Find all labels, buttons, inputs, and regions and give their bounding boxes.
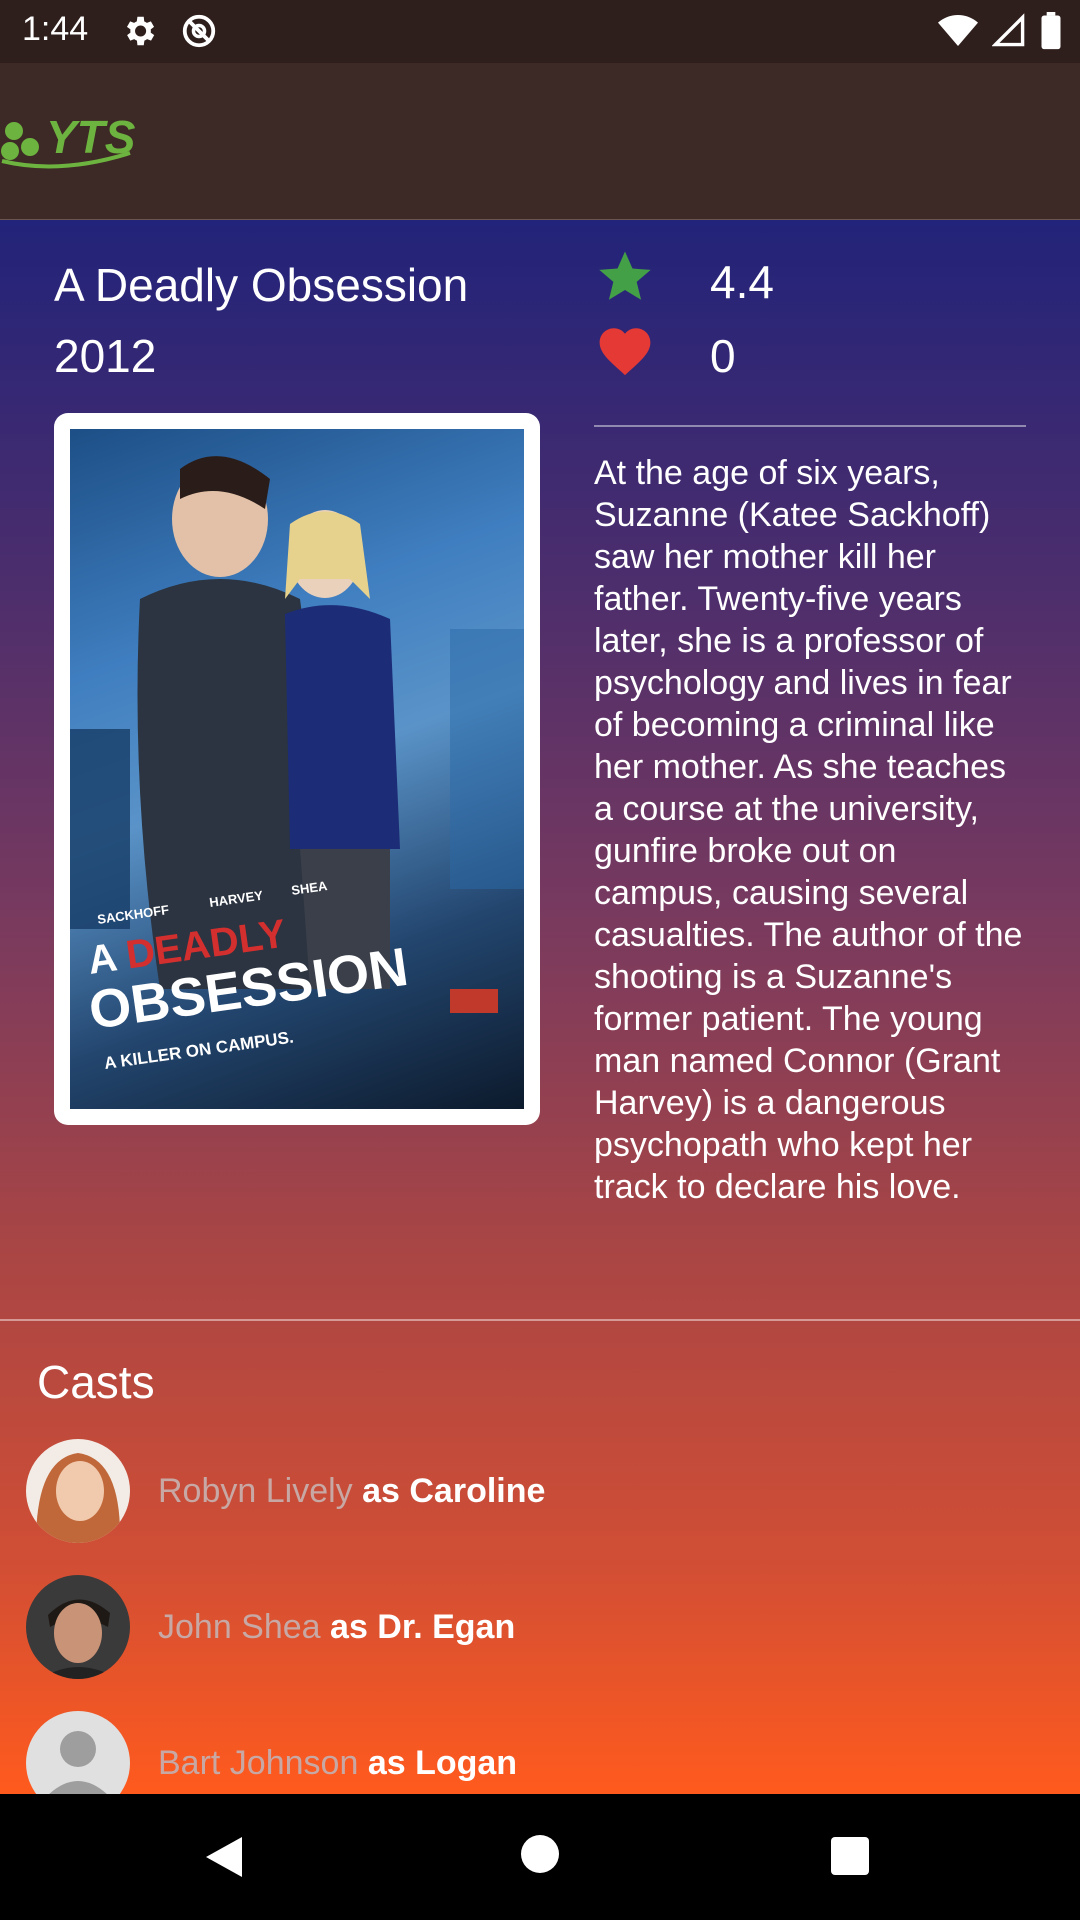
actor-name: Robyn Lively	[158, 1471, 353, 1510]
title-block: A Deadly Obsession 2012	[54, 250, 468, 392]
character-name: as Dr. Egan	[330, 1607, 516, 1646]
movie-title: A Deadly Obsession	[54, 259, 469, 311]
rating-value: 4.4	[710, 255, 774, 308]
avatar	[26, 1439, 130, 1543]
movie-poster: SACKHOFF HARVEY SHEA A DEADLY OBSESSION …	[70, 429, 524, 1109]
casts-heading: Casts	[37, 1356, 155, 1408]
character-name: as Caroline	[362, 1471, 546, 1510]
home-icon[interactable]	[520, 1834, 560, 1879]
movie-year: 2012	[54, 330, 157, 382]
likes-row: 0	[596, 323, 736, 388]
cast-item[interactable]: John Shea as Dr. Egan	[26, 1575, 515, 1679]
actor-name: John Shea	[158, 1607, 321, 1646]
actor-name: Bart Johnson	[158, 1743, 359, 1782]
movie-synopsis: At the age of six years, Suzanne (Katee …	[594, 454, 1023, 1206]
do-not-disturb-icon	[180, 12, 218, 55]
status-bar: 1:44	[0, 0, 1080, 63]
section-divider	[0, 1319, 1080, 1321]
svg-text:YTS: YTS	[46, 111, 136, 163]
character-name: as Logan	[367, 1743, 518, 1782]
wifi-icon	[938, 13, 978, 54]
app-bar: YTS	[0, 63, 1080, 220]
cast-item[interactable]: Robyn Lively as Caroline	[26, 1439, 545, 1543]
settings-icon	[120, 12, 158, 55]
divider	[594, 425, 1026, 427]
recents-icon[interactable]	[830, 1836, 870, 1881]
cell-signal-icon	[991, 13, 1026, 54]
yts-logo[interactable]: YTS	[0, 109, 150, 180]
poster-frame: SACKHOFF HARVEY SHEA A DEADLY OBSESSION …	[54, 413, 540, 1125]
avatar	[26, 1575, 130, 1679]
battery-icon	[1040, 12, 1062, 55]
back-icon[interactable]	[204, 1834, 244, 1885]
likes-count: 0	[710, 329, 736, 382]
movie-details: A Deadly Obsession 2012 SACKHOFF HARVEY	[0, 220, 1080, 1794]
rating-row: 4.4	[596, 248, 774, 315]
status-time: 1:44	[22, 10, 89, 48]
heart-icon[interactable]	[596, 323, 654, 388]
avatar-placeholder	[26, 1711, 130, 1794]
cast-item[interactable]: Bart Johnson as Logan	[26, 1711, 517, 1794]
navigation-bar	[0, 1794, 1080, 1920]
star-icon	[596, 248, 654, 315]
